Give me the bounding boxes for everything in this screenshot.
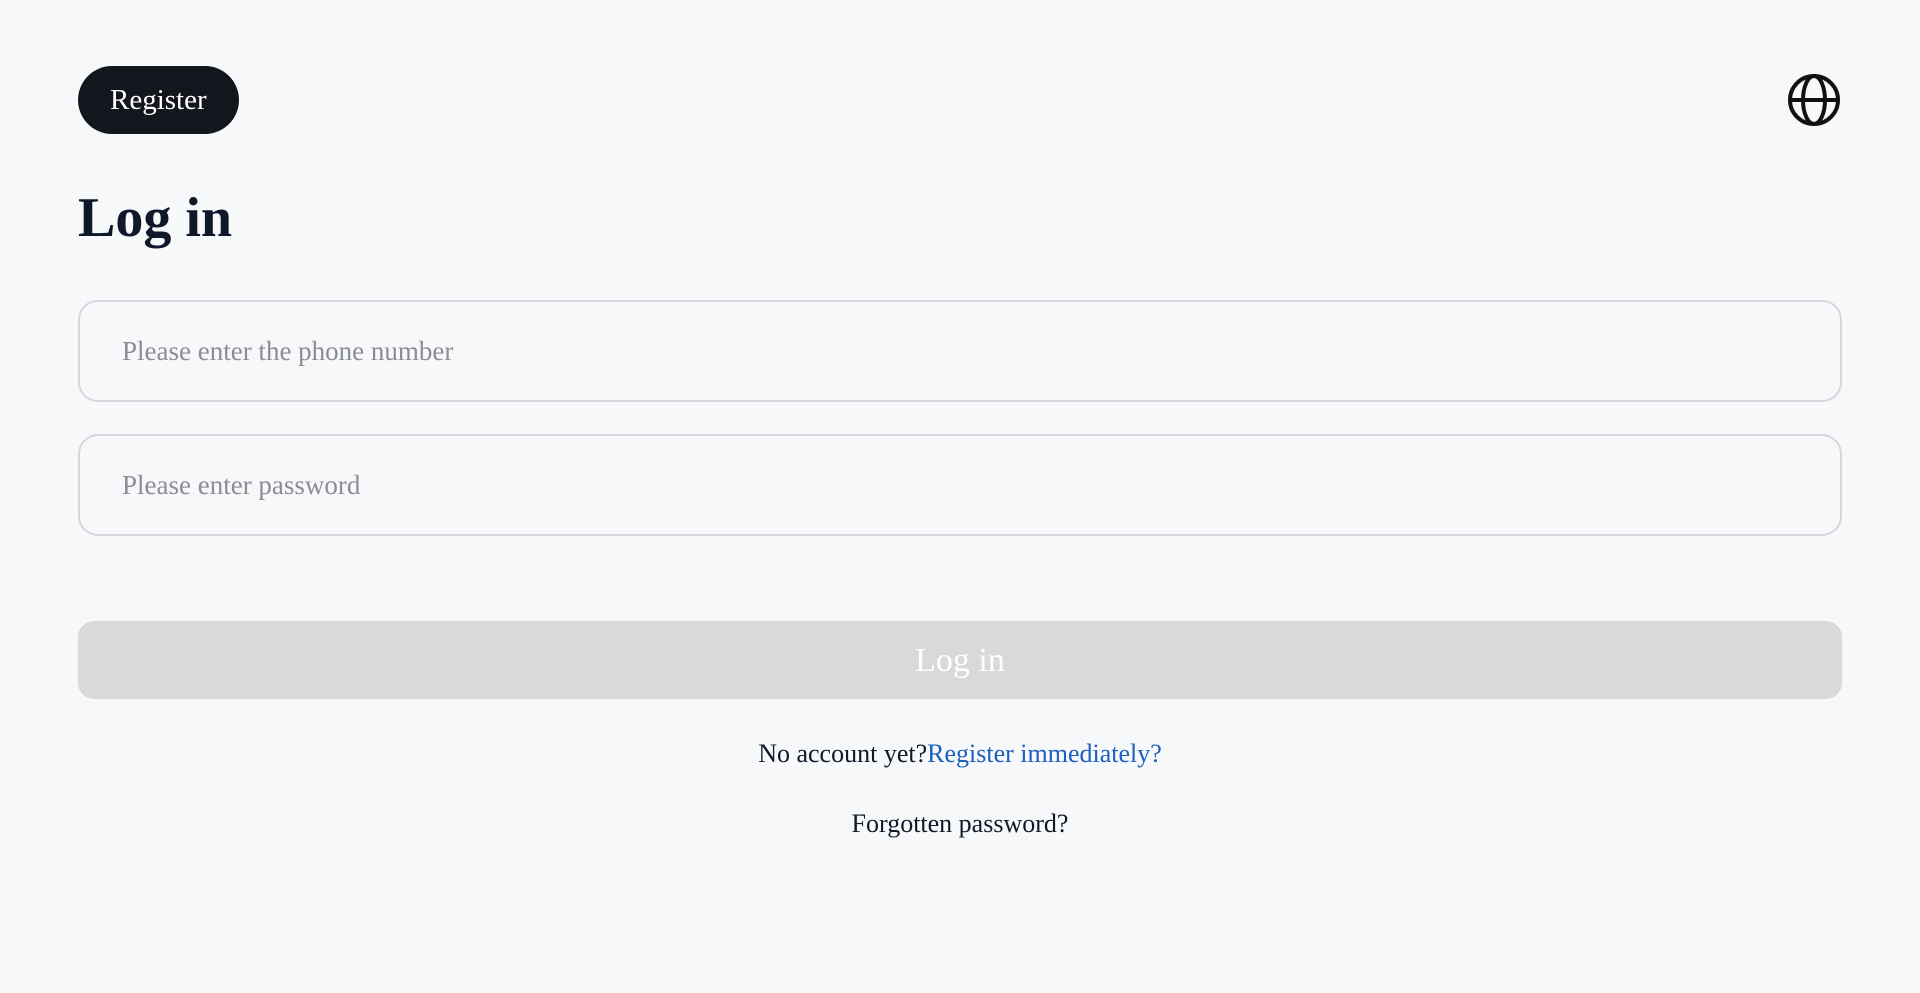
login-submit-button[interactable]: Log in (78, 621, 1842, 699)
password-input[interactable] (78, 434, 1842, 536)
phone-input[interactable] (78, 300, 1842, 402)
page-title: Log in (78, 187, 233, 249)
forgot-password-row: Forgotten password? (0, 806, 1920, 842)
register-now-link[interactable]: Register immediately? (927, 739, 1162, 768)
signup-prompt: No account yet?Register immediately? (0, 736, 1920, 772)
no-account-text: No account yet? (758, 739, 928, 768)
forgot-password-link[interactable]: Forgotten password? (852, 809, 1069, 838)
globe-icon (1788, 74, 1840, 126)
login-page: Register Log in Log in No account yet?Re… (0, 0, 1920, 993)
register-button[interactable]: Register (78, 66, 239, 134)
language-switcher[interactable] (1786, 72, 1842, 128)
